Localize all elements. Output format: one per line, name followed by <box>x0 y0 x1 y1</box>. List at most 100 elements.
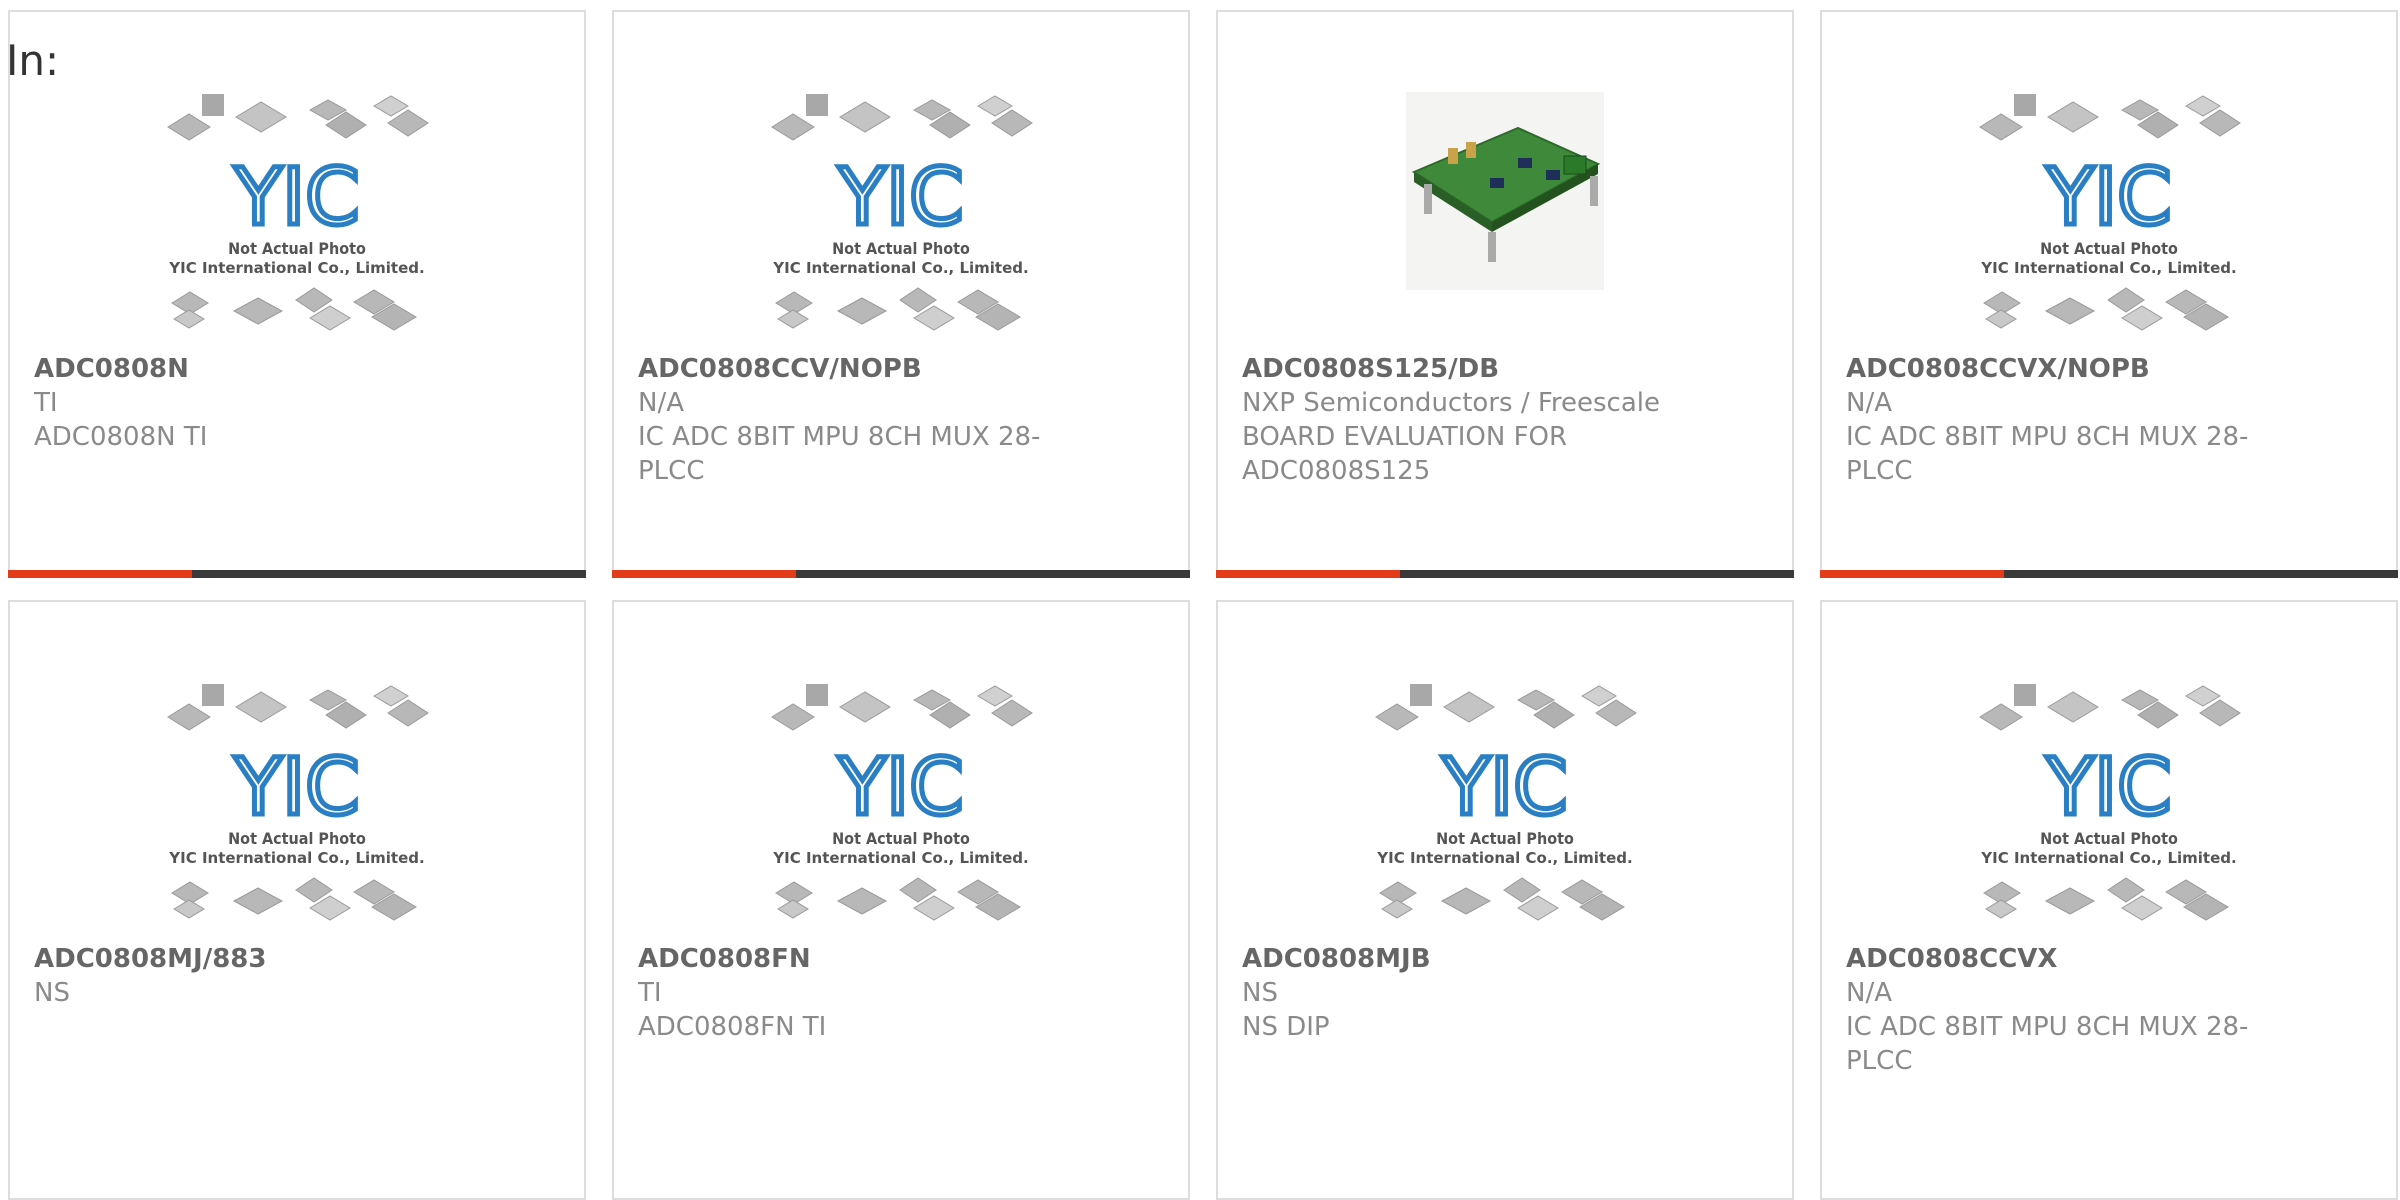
card-footer-bar <box>612 570 1190 578</box>
description: ADC0808FN TI <box>638 1012 827 1042</box>
manufacturer: NXP Semiconductors / Freescale <box>1242 388 1661 418</box>
product-info: ADC0808N TI ADC0808N TI <box>34 352 474 454</box>
card-footer-bar <box>1820 570 2398 578</box>
chip-icon <box>2014 94 2036 116</box>
chip-icon <box>1979 113 2023 141</box>
watermark-line2: YIC International Co., Limited. <box>1980 849 2236 867</box>
component-icon <box>1518 158 1532 168</box>
product-info: ADC0808S125/DB NXP Semiconductors / Free… <box>1242 352 1682 488</box>
product-image-placeholder: YIC Not Actual Photo YIC International Co.… <box>1822 92 2396 352</box>
watermark-line2: YIC International Co., Limited. <box>772 849 1028 867</box>
product-image-placeholder: YIC Not Actual Photo YIC International Co.… <box>10 92 584 352</box>
product-card[interactable]: YIC Not Actual Photo YIC International Co.… <box>1216 600 1794 1200</box>
chip-icon <box>836 297 888 325</box>
yic-logo: YIC <box>233 743 359 833</box>
chip-icon <box>1443 691 1495 723</box>
chip-icon <box>173 899 205 919</box>
product-info: ADC0808FN TI ADC0808FN TI <box>638 942 1078 1044</box>
chip-icon <box>839 101 891 133</box>
chip-icon <box>1979 703 2023 731</box>
watermark-line2: YIC International Co., Limited. <box>168 259 424 277</box>
card-footer-accent <box>612 570 796 578</box>
watermark-line2: YIC International Co., Limited. <box>168 849 424 867</box>
part-number[interactable]: ADC0808FN <box>638 942 1078 976</box>
chip-icon <box>1410 684 1432 706</box>
product-card[interactable]: YIC Not Actual Photo YIC International Co.… <box>1820 600 2398 1200</box>
sma-connector-icon <box>1466 142 1476 158</box>
chip-icon <box>2014 684 2036 706</box>
product-info: ADC0808CCV/NOPB N/A IC ADC 8BIT MPU 8CH … <box>638 352 1078 488</box>
chip-icon <box>1381 899 1413 919</box>
manufacturer: TI <box>34 388 58 418</box>
chip-icon <box>235 691 287 723</box>
chip-icon <box>1985 309 2017 329</box>
product-card[interactable]: YIC Not Actual Photo YIC International Co.… <box>8 600 586 1200</box>
watermark-line1: Not Actual Photo <box>1436 829 1574 848</box>
sma-connector-icon <box>1448 148 1458 164</box>
product-info: ADC0808CCVX/NOPB N/A IC ADC 8BIT MPU 8CH… <box>1846 352 2286 488</box>
product-card[interactable]: YIC Not Actual Photo YIC International Co.… <box>612 600 1190 1200</box>
manufacturer: N/A <box>1846 388 1892 418</box>
card-footer-accent <box>1216 570 1400 578</box>
manufacturer: NS <box>1242 978 1278 1008</box>
yic-logo: YIC <box>837 153 963 243</box>
chip-icon <box>806 94 828 116</box>
description: NS DIP <box>1242 1012 1330 1042</box>
filter-label: In: <box>6 36 60 85</box>
part-number[interactable]: ADC0808CCVX <box>1846 942 2286 976</box>
yic-logo: YIC <box>2045 153 2171 243</box>
watermark-line2: YIC International Co., Limited. <box>1980 259 2236 277</box>
chip-icon <box>1985 899 2017 919</box>
manufacturer: NS <box>34 978 70 1008</box>
watermark-line1: Not Actual Photo <box>228 829 366 848</box>
standoff-icon <box>1488 232 1496 262</box>
chip-icon <box>777 899 809 919</box>
chip-icon <box>806 684 828 706</box>
chip-icon <box>1375 703 1419 731</box>
product-card[interactable]: YIC Not Actual Photo YIC International Co.… <box>1820 10 2398 578</box>
manufacturer: N/A <box>1846 978 1892 1008</box>
chip-icon <box>167 113 211 141</box>
chip-icon <box>232 887 284 915</box>
chip-icon <box>202 684 224 706</box>
description: ADC0808N TI <box>34 422 208 452</box>
description: IC ADC 8BIT MPU 8CH MUX 28-PLCC <box>1846 422 2249 486</box>
part-number[interactable]: ADC0808MJ/883 <box>34 942 474 976</box>
chip-icon <box>173 309 205 329</box>
chip-icon <box>2047 691 2099 723</box>
part-number[interactable]: ADC0808CCVX/NOPB <box>1846 352 2286 386</box>
description: BOARD EVALUATION FOR ADC0808S125 <box>1242 422 1568 486</box>
watermark-line1: Not Actual Photo <box>2040 829 2178 848</box>
product-info: ADC0808CCVX N/A IC ADC 8BIT MPU 8CH MUX … <box>1846 942 2286 1078</box>
watermark-line2: YIC International Co., Limited. <box>1376 849 1632 867</box>
chip-icon <box>836 887 888 915</box>
product-info: ADC0808MJB NS NS DIP <box>1242 942 1682 1044</box>
product-card[interactable]: YIC Not Actual Photo YIC International Co.… <box>8 10 586 578</box>
standoff-icon <box>1424 184 1432 214</box>
card-footer-accent <box>1820 570 2004 578</box>
watermark-line1: Not Actual Photo <box>228 239 366 258</box>
yic-logo: YIC <box>2045 743 2171 833</box>
product-image-placeholder: YIC Not Actual Photo YIC International Co.… <box>1822 682 2396 942</box>
chip-icon <box>771 113 815 141</box>
watermark-line1: Not Actual Photo <box>832 239 970 258</box>
card-footer-accent <box>8 570 192 578</box>
product-card[interactable]: ADC0808S125/DB NXP Semiconductors / Free… <box>1216 10 1794 578</box>
yic-logo: YIC <box>1441 743 1567 833</box>
terminal-block-icon <box>1563 155 1587 175</box>
yic-logo: YIC <box>837 743 963 833</box>
chip-icon <box>1440 887 1492 915</box>
part-number[interactable]: ADC0808N <box>34 352 474 386</box>
chip-icon <box>2044 887 2096 915</box>
card-footer-bar <box>1216 570 1794 578</box>
part-number[interactable]: ADC0808CCV/NOPB <box>638 352 1078 386</box>
product-image-board <box>1218 92 1792 352</box>
product-card[interactable]: YIC Not Actual Photo YIC International Co.… <box>612 10 1190 578</box>
description: IC ADC 8BIT MPU 8CH MUX 28-PLCC <box>1846 1012 2249 1076</box>
description: IC ADC 8BIT MPU 8CH MUX 28-PLCC <box>638 422 1041 486</box>
part-number[interactable]: ADC0808MJB <box>1242 942 1682 976</box>
standoff-icon <box>1590 176 1598 206</box>
part-number[interactable]: ADC0808S125/DB <box>1242 352 1682 386</box>
product-image-placeholder: YIC Not Actual Photo YIC International Co.… <box>10 682 584 942</box>
component-icon <box>1546 170 1560 180</box>
